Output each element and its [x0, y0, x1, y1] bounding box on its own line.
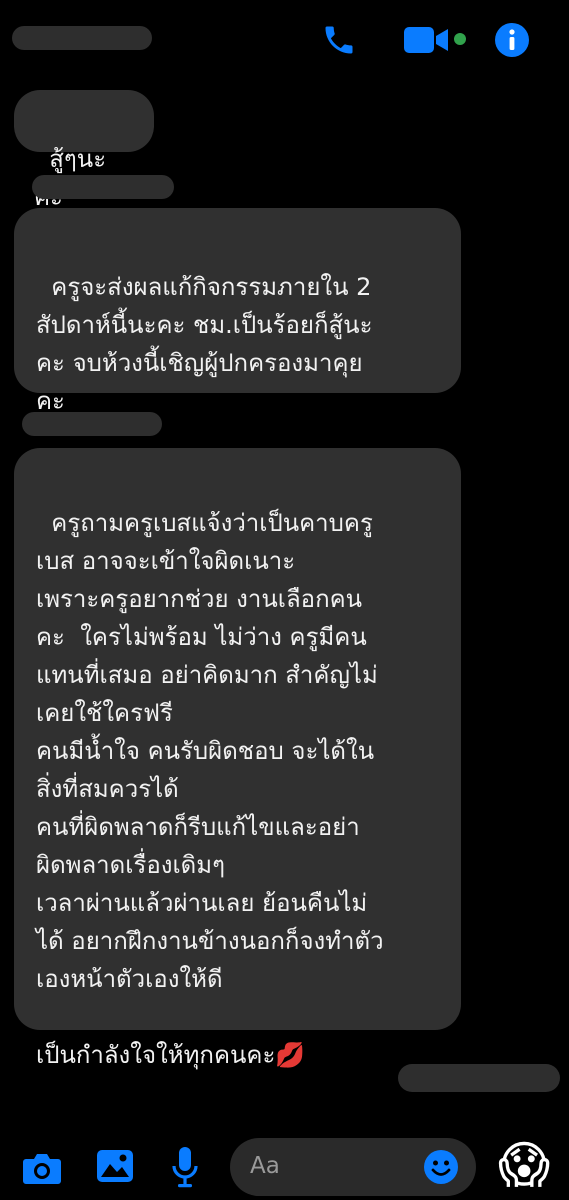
video-call-icon[interactable]	[402, 22, 450, 58]
gallery-icon[interactable]	[94, 1146, 136, 1186]
sender-name-redacted	[32, 175, 174, 199]
message-input[interactable]: Aa	[230, 1138, 476, 1196]
own-message-redacted	[398, 1064, 560, 1092]
info-icon[interactable]	[492, 20, 532, 60]
quick-reaction-emoji[interactable]: 😱	[494, 1134, 554, 1196]
message-bubble[interactable]: ครูถามครูเบสแจ้งว่าเป็นคาบครู เบส อาจจะเ…	[14, 448, 461, 1069]
message-text: ครูจะส่งผลแก้กิจกรรมภายใน 2 สัปดาห์นี้นะ…	[36, 273, 373, 415]
online-status-dot	[454, 33, 466, 45]
message-bubble[interactable]: สู้ๆนะคะ	[14, 90, 154, 211]
conversation-header	[0, 0, 569, 80]
phone-icon[interactable]	[318, 20, 360, 60]
sender-name-redacted	[22, 412, 162, 436]
contact-name-redacted	[12, 26, 152, 50]
message-bubble[interactable]: ครูจะส่งผลแก้กิจกรรมภายใน 2 สัปดาห์นี้นะ…	[14, 208, 461, 415]
microphone-icon[interactable]	[166, 1144, 204, 1190]
message-input-placeholder: Aa	[250, 1153, 280, 1179]
emoji-icon[interactable]	[422, 1148, 460, 1186]
camera-icon[interactable]	[20, 1148, 64, 1188]
message-text: ครูถามครูเบสแจ้งว่าเป็นคาบครู เบส อาจจะเ…	[36, 509, 384, 1069]
